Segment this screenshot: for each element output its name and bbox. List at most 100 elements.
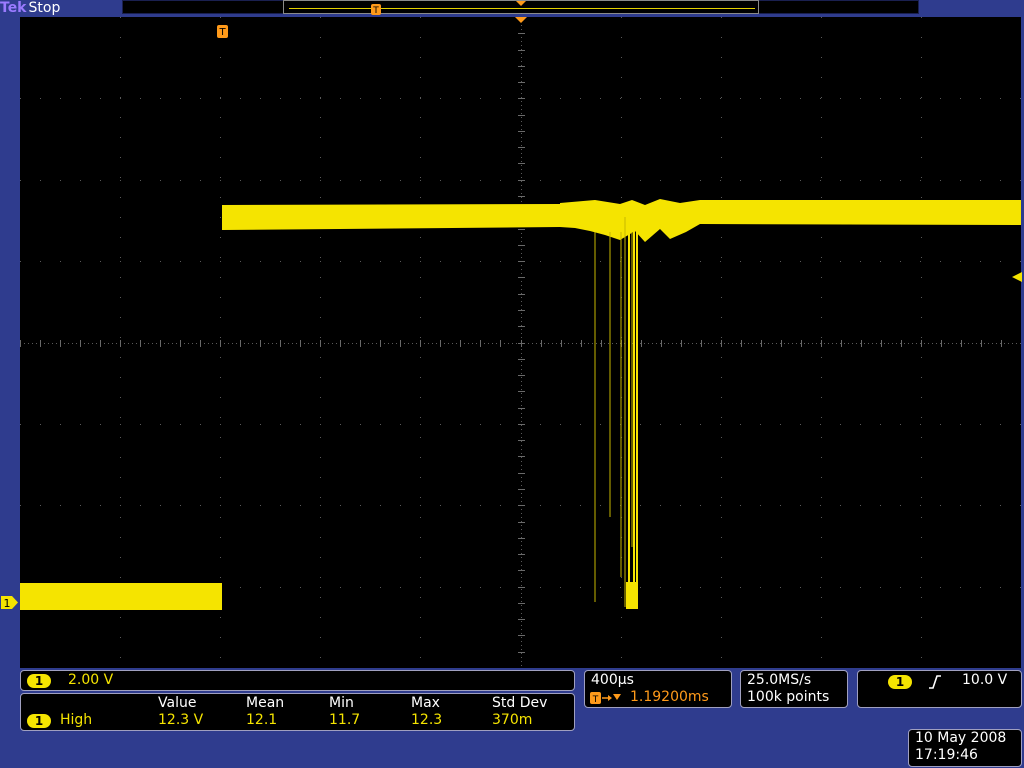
channel-scale-readout[interactable]: 1 2.00 V [20, 670, 575, 691]
graticule-tick [841, 340, 842, 347]
graticule-tick [240, 340, 241, 347]
graticule-tick [701, 340, 702, 347]
graticule-tick [140, 340, 141, 347]
graticule-tick [518, 180, 525, 181]
measurement-header-mean: Mean [246, 695, 285, 711]
graticule-tick [220, 340, 221, 347]
graticule-tick [260, 340, 261, 347]
brand-status: Tek Stop [0, 0, 60, 17]
trigger-source-badge: 1 [888, 675, 912, 689]
graticule-tick [518, 294, 525, 295]
graticule-tick [518, 538, 525, 539]
graticule-tick [518, 554, 525, 555]
graticule-tick [518, 131, 525, 132]
graticule-tick [901, 340, 902, 347]
graticule-tick [518, 163, 525, 164]
graticule-tick [681, 340, 682, 347]
graticule-tick [460, 340, 461, 347]
acquisition-readout[interactable]: 25.0MS/s 100k points [740, 670, 848, 708]
graticule-tick [300, 340, 301, 347]
graticule-tick [60, 340, 61, 347]
measurement-mean: 12.1 [246, 712, 278, 728]
graticule-tick [641, 340, 642, 347]
trigger-level-marker-icon[interactable] [1010, 271, 1024, 283]
graticule-tick [440, 340, 441, 347]
trigger-level: 10.0 V [962, 672, 1008, 688]
graticule-tick [518, 375, 525, 376]
svg-text:T: T [372, 6, 379, 16]
graticule-tick [518, 261, 525, 262]
brand-logo: Tek [0, 0, 27, 16]
date-time-readout: 10 May 2008 17:19:46 [908, 729, 1022, 767]
trigger-position-icon: T [590, 692, 621, 705]
graticule-tick [120, 340, 121, 347]
horizontal-center-marker-icon [515, 17, 527, 23]
measurement-std-dev: 370m [492, 712, 533, 728]
channel-badge: 1 [27, 674, 51, 688]
graticule-tick [961, 340, 962, 347]
graticule-tick [821, 340, 822, 347]
graticule-tick [881, 340, 882, 347]
graticule-tick [518, 343, 525, 344]
graticule-tick [518, 229, 525, 230]
graticule-tick [320, 340, 321, 347]
horizontal-scale: 400µs [591, 672, 634, 688]
waveform-low-segment [20, 583, 222, 610]
measurement-max: 12.3 [411, 712, 443, 728]
graticule-tick [100, 340, 101, 347]
graticule-tick [80, 340, 81, 347]
graticule-tick [200, 340, 201, 347]
measurement-panel[interactable]: Value Mean Min Max Std Dev 1 High 12.3 V… [20, 693, 575, 731]
channel-ground-marker-icon[interactable]: 1 [0, 594, 20, 611]
graticule-tick [518, 619, 525, 620]
graticule-tick [661, 340, 662, 347]
graticule-tick [1001, 340, 1002, 347]
waveform-glitches [594, 217, 633, 607]
trigger-position-marker-icon[interactable]: T [217, 25, 228, 38]
graticule-tick [741, 340, 742, 347]
graticule-tick [518, 408, 525, 409]
graticule-tick [480, 340, 481, 347]
graticule-tick [20, 340, 21, 347]
waveform-display[interactable]: T [20, 17, 1021, 668]
graticule-tick [518, 245, 525, 246]
graticule-tick [518, 505, 525, 506]
graticule-tick [518, 652, 525, 653]
svg-text:T: T [592, 695, 599, 705]
graticule-tick [40, 340, 41, 347]
rising-edge-icon [929, 675, 941, 689]
measurement-header-max: Max [411, 695, 440, 711]
graticule-tick [941, 340, 942, 347]
graticule-tick [500, 340, 501, 347]
graticule-tick [518, 147, 525, 148]
graticule-tick [280, 340, 281, 347]
channel-scale: 2.00 V [68, 672, 114, 688]
measurement-name: High [60, 712, 93, 728]
record-view-waveform [289, 8, 755, 9]
graticule-tick [921, 340, 922, 347]
graticule-tick [518, 277, 525, 278]
graticule-tick [518, 424, 525, 425]
graticule-tick [420, 340, 421, 347]
graticule-tick [360, 340, 361, 347]
trigger-readout[interactable]: 1 10.0 V [857, 670, 1022, 708]
graticule-tick [781, 340, 782, 347]
graticule-tick [518, 635, 525, 636]
record-trigger-marker-icon: T [371, 4, 381, 16]
measurement-header-min: Min [329, 695, 354, 711]
timebase-readout[interactable]: 400µs T 1.19200ms [584, 670, 732, 708]
graticule-tick [518, 326, 525, 327]
graticule-tick [541, 340, 542, 347]
graticule-tick [801, 340, 802, 347]
record-center-marker-icon [516, 1, 526, 6]
graticule-tick [518, 440, 525, 441]
acquisition-status: Stop [28, 0, 61, 16]
measurement-channel-badge: 1 [27, 714, 51, 728]
graticule-tick [601, 340, 602, 347]
measurement-value: 12.3 V [158, 712, 204, 728]
graticule-tick [761, 340, 762, 347]
measurement-min: 11.7 [329, 712, 361, 728]
graticule-tick [518, 115, 525, 116]
graticule: T [20, 17, 1021, 668]
graticule-tick [400, 340, 401, 347]
